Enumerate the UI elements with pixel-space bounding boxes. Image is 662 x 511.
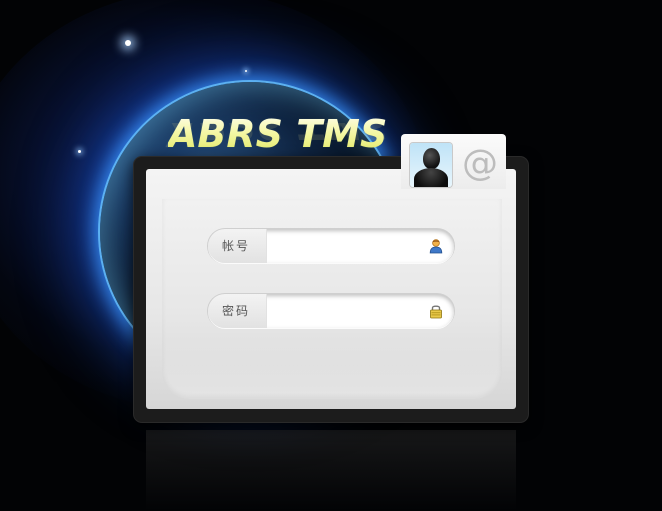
password-input[interactable] xyxy=(270,298,420,324)
account-field[interactable]: 帐号 xyxy=(208,229,454,263)
account-input[interactable] xyxy=(270,233,420,259)
star-flare xyxy=(78,150,81,153)
avatar-head xyxy=(423,148,440,169)
star-flare xyxy=(125,40,131,46)
app-title: ABRS TMS xyxy=(168,112,388,156)
lock-icon xyxy=(430,305,442,319)
avatar-body xyxy=(414,168,448,187)
at-sign-icon: @ xyxy=(462,143,498,184)
login-screen: ABRS TMS ABRS TMS @ 帐号 密码 xyxy=(0,0,662,511)
login-panel xyxy=(146,169,516,409)
password-field[interactable]: 密码 xyxy=(208,294,454,328)
account-label: 帐号 xyxy=(222,239,251,253)
panel-reflection xyxy=(146,430,516,511)
password-label: 密码 xyxy=(222,304,251,318)
user-icon xyxy=(429,239,443,254)
star-flare xyxy=(245,70,247,72)
avatar-silhouette-icon xyxy=(410,143,452,187)
